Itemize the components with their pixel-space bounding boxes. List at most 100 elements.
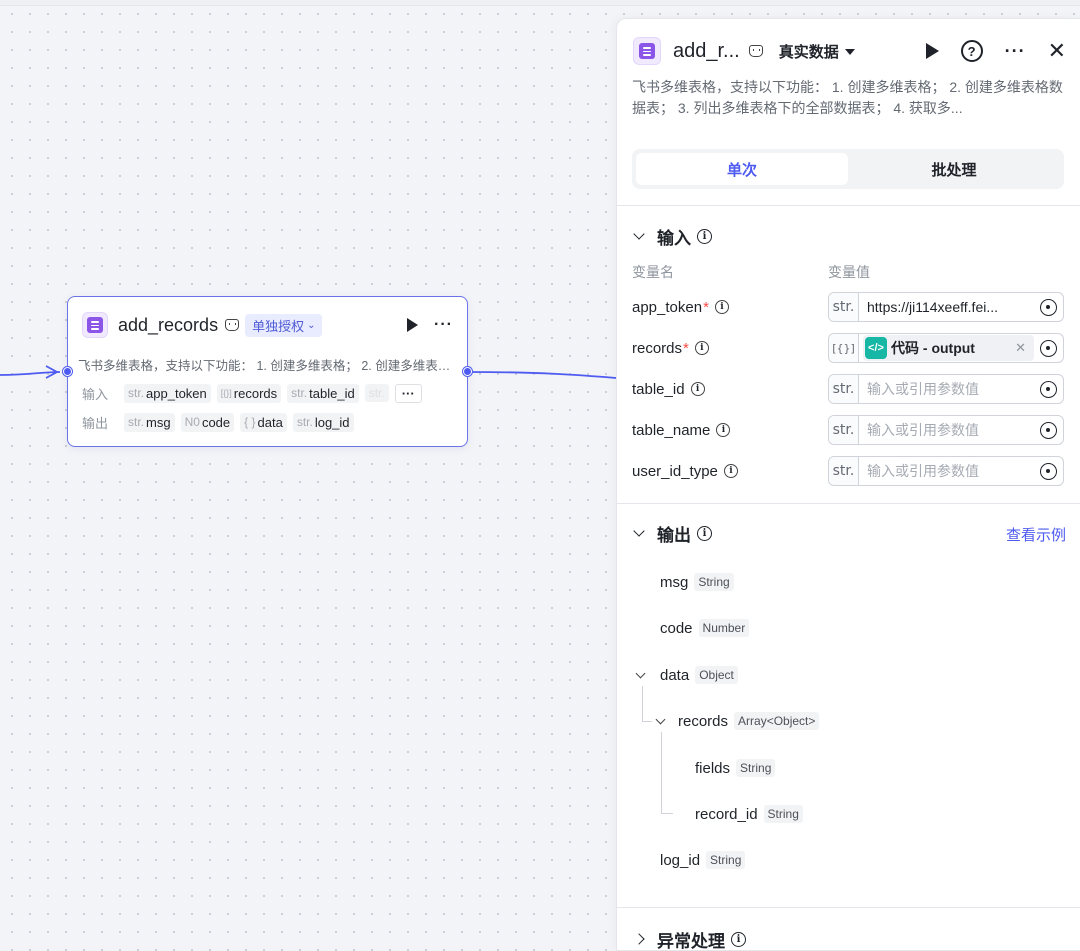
node-outputs-row: 输出 str. msg N0 code { } data str. log_id xyxy=(82,411,354,433)
variable-picker-icon[interactable] xyxy=(1040,380,1057,398)
col-header-name: 变量名 xyxy=(632,264,674,280)
view-example-link[interactable]: 查看示例 xyxy=(1006,524,1066,545)
var-name: user_id_type xyxy=(632,462,718,480)
input-port[interactable] xyxy=(63,367,72,376)
type-array: [{}] xyxy=(829,334,859,362)
data-mode-label: 真实数据 xyxy=(778,43,839,61)
node-detail-panel: add_r... 真实数据 ? ··· ✕ 飞书多维表格，支持以下功能： 1. … xyxy=(616,18,1080,951)
reference-chip[interactable]: </> 代码 - output ✕ xyxy=(863,335,1034,361)
input-name: records xyxy=(233,385,278,401)
node-description: 飞书多维表格，支持以下功能： 1. 创建多维表格； 2. 创建多维表格数据表； … xyxy=(78,359,458,373)
type-badge: Array<Object> xyxy=(734,712,820,730)
remove-icon[interactable]: ✕ xyxy=(1015,340,1026,356)
variable-picker-icon[interactable] xyxy=(1040,298,1057,316)
info-icon[interactable]: i xyxy=(731,931,746,947)
type-str: str. xyxy=(291,386,308,400)
type-str: str. xyxy=(128,386,145,400)
run-mode-tabs: 单次 批处理 xyxy=(632,149,1064,189)
chevron-down-icon[interactable] xyxy=(635,668,646,679)
variable-picker-icon[interactable] xyxy=(1040,339,1057,357)
info-icon[interactable]: i xyxy=(694,341,709,355)
app-token-value[interactable]: https://ji114xeeff.fei... xyxy=(859,299,1040,315)
output-name: msg xyxy=(146,414,171,430)
var-name: table_id xyxy=(632,380,685,398)
info-icon[interactable]: i xyxy=(690,382,705,396)
output-pill: N0 code xyxy=(180,412,235,432)
output-row-records: records Array<Object> xyxy=(678,710,820,732)
output-name: log_id xyxy=(314,414,350,430)
var-name: records xyxy=(632,339,683,357)
chevron-down-icon xyxy=(633,228,645,240)
type-number: N0 xyxy=(184,415,200,429)
info-icon[interactable]: i xyxy=(714,300,729,314)
placeholder[interactable]: 输入或引用参数值 xyxy=(859,420,1040,440)
output-section-header[interactable]: 输出 i xyxy=(633,521,712,545)
app-token-field[interactable]: str. https://ji114xeeff.fei... xyxy=(828,292,1064,322)
reference-label: 代码 - output xyxy=(891,340,975,356)
more-inputs-button[interactable]: ··· xyxy=(394,383,422,403)
help-icon[interactable]: ? xyxy=(960,40,983,62)
info-icon[interactable]: i xyxy=(716,423,731,437)
info-icon[interactable]: i xyxy=(723,464,738,478)
input-pill: str. app_token xyxy=(124,383,211,403)
more-icon[interactable]: ··· xyxy=(434,316,453,334)
placeholder[interactable]: 输入或引用参数值 xyxy=(859,379,1040,399)
type-badge: String xyxy=(706,851,746,869)
node-title: add_records xyxy=(118,314,219,335)
output-name: msg xyxy=(660,573,689,591)
auth-badge[interactable]: 单独授权 ⌄ xyxy=(245,313,323,337)
divider xyxy=(617,205,1080,206)
required-mark: * xyxy=(703,298,709,316)
tree-line xyxy=(661,732,662,814)
chevron-down-icon xyxy=(633,525,645,537)
tab-batch[interactable]: 批处理 xyxy=(848,153,1060,185)
table-name-field[interactable]: str. 输入或引用参数值 xyxy=(828,415,1064,445)
play-icon[interactable] xyxy=(925,43,939,59)
chevron-down-icon: ⌄ xyxy=(307,319,316,331)
output-name: log_id xyxy=(660,851,701,869)
input-name: app_token xyxy=(146,385,207,401)
input-pill: str. table_id xyxy=(287,383,359,403)
output-pill: str. log_id xyxy=(292,412,354,432)
user-id-type-field[interactable]: str. 输入或引用参数值 xyxy=(828,456,1064,486)
type-str: str. xyxy=(829,375,859,403)
error-handling-section-header[interactable]: 异常处理 i xyxy=(633,927,746,951)
required-mark: * xyxy=(683,339,689,357)
input-row-table-id: table_id i str. 输入或引用参数值 xyxy=(632,374,1064,404)
more-icon[interactable]: ··· xyxy=(1005,41,1026,62)
col-header-value: 变量值 xyxy=(828,264,870,280)
records-field[interactable]: [{}] </> 代码 - output ✕ xyxy=(828,333,1064,363)
play-icon[interactable] xyxy=(407,318,419,332)
panel-header: add_r... 真实数据 ? ··· ✕ xyxy=(633,35,1066,67)
tab-single[interactable]: 单次 xyxy=(636,153,848,185)
table-id-field[interactable]: str. 输入或引用参数值 xyxy=(828,374,1064,404)
data-mode-select[interactable]: 真实数据 xyxy=(779,41,855,62)
type-str: str. xyxy=(829,416,859,444)
output-row-record-id: record_id String xyxy=(695,803,803,825)
table-app-icon xyxy=(633,37,661,65)
chevron-down-icon[interactable] xyxy=(655,714,666,725)
info-icon[interactable]: i xyxy=(697,525,712,541)
placeholder[interactable]: 输入或引用参数值 xyxy=(859,461,1040,481)
node-inputs-row: 输入 str. app_token [{}] records str. table_i… xyxy=(82,382,422,404)
output-port[interactable] xyxy=(463,367,472,376)
var-name: app_token xyxy=(632,298,703,316)
output-pill: str. msg xyxy=(124,412,175,432)
output-name: data xyxy=(660,666,690,684)
type-str: str. xyxy=(829,457,859,485)
var-name: table_name xyxy=(632,421,711,439)
type-badge: Number xyxy=(698,619,750,637)
divider xyxy=(617,503,1080,504)
output-row-code: code Number xyxy=(660,617,750,639)
input-section-header[interactable]: 输入 i xyxy=(633,224,712,248)
variable-picker-icon[interactable] xyxy=(1040,421,1057,439)
type-badge: String xyxy=(694,573,734,591)
error-section-title: 异常处理 xyxy=(657,931,725,951)
input-pill-faded: str. xyxy=(364,384,389,402)
close-icon[interactable]: ✕ xyxy=(1048,38,1066,64)
type-str: str. xyxy=(296,415,313,429)
info-icon[interactable]: i xyxy=(697,228,712,244)
variable-picker-icon[interactable] xyxy=(1040,462,1057,480)
workflow-node-add-records[interactable]: add_records 单独授权 ⌄ ··· 飞书多维表格，支持以下功能： 1.… xyxy=(63,296,472,447)
type-object: { } xyxy=(244,415,256,429)
